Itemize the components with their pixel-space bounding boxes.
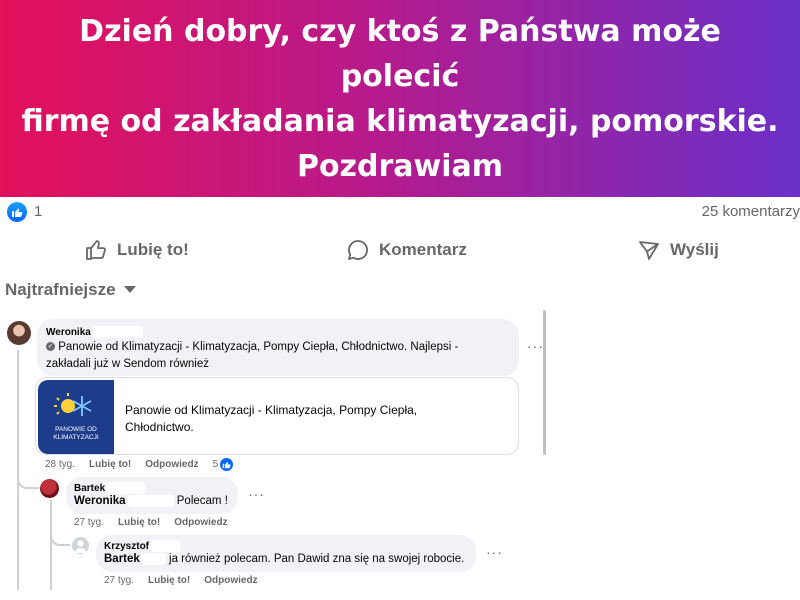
like-button[interactable]: Lubię to!	[84, 230, 189, 270]
share-button[interactable]: Wyślij	[637, 230, 719, 270]
sort-label: Najtrafniejsze	[5, 280, 116, 299]
comments-scrollbar[interactable]	[543, 310, 546, 455]
send-icon	[639, 241, 659, 260]
company-logo: PANOWIE OD KLIMATYZACJI	[38, 380, 114, 454]
more-options-icon[interactable]: ···	[486, 544, 503, 560]
thumbs-up-icon	[86, 240, 106, 260]
comment-button[interactable]: Komentarz	[346, 230, 467, 270]
reply-connector	[50, 520, 70, 546]
comment-author[interactable]: Weronika	[46, 327, 91, 338]
comment-text: Polecam !	[176, 495, 228, 507]
mention-link[interactable]: Weronika	[74, 495, 126, 507]
comment-reply-link[interactable]: Odpowiedz	[145, 459, 198, 470]
comment-sort-dropdown[interactable]: Najtrafniejsze	[5, 280, 136, 300]
avatar[interactable]	[40, 479, 59, 498]
comment-text: ja również polecam. Pan Dawid zna się na…	[169, 553, 465, 565]
comment-reply-link[interactable]: Odpowiedz	[174, 517, 227, 528]
avatar[interactable]	[72, 537, 89, 554]
reply-connector	[17, 455, 39, 489]
comment-bubble: Bartek Weronika Polecam !	[66, 477, 238, 514]
thread-line	[50, 500, 52, 590]
logo-text-line-2: KLIMATYZACJI	[53, 434, 99, 441]
default-user-icon	[74, 540, 87, 553]
link-preview-card[interactable]: PANOWIE OD KLIMATYZACJI Panowie od Klima…	[35, 377, 519, 455]
reaction-count[interactable]: 1	[34, 203, 42, 220]
comment-label: Komentarz	[379, 240, 467, 259]
redacted-surname	[141, 552, 166, 565]
comment-author[interactable]: Bartek	[74, 483, 105, 494]
comment-like-link[interactable]: Lubię to!	[118, 517, 160, 528]
comment-reply-link[interactable]: Odpowiedz	[204, 575, 257, 586]
comment-time[interactable]: 27 tyg.	[74, 517, 104, 528]
more-options-icon[interactable]: ···	[527, 338, 544, 354]
post-stats: 1 25 komentarzy	[0, 197, 800, 227]
caret-down-icon	[123, 286, 136, 293]
comment-like-link[interactable]: Lubię to!	[89, 459, 131, 470]
comment-count[interactable]: 25 komentarzy	[702, 203, 800, 220]
comment-bubble: Weronika ✓ Panowie od Klimatyzacji - Kli…	[37, 319, 519, 376]
post-actions: Lubię to! Komentarz Wyślij	[0, 230, 800, 270]
like-reaction-icon	[220, 458, 234, 471]
comment-meta: 27 tyg. Lubię to! Odpowiedz	[104, 575, 258, 586]
comment-time[interactable]: 27 tyg.	[104, 575, 134, 586]
page-mention[interactable]: Panowie od Klimatyzacji - Klimatyzacja, …	[58, 341, 407, 353]
comment-meta: 28 tyg. Lubię to! Odpowiedz 5	[45, 458, 234, 471]
comment-bubble: Krzysztof Bartek ja również polecam. Pan…	[96, 535, 476, 572]
like-reaction-icon[interactable]	[7, 202, 27, 222]
post-text: Dzień dobry, czy ktoś z Państwa może pol…	[21, 13, 779, 184]
speech-bubble-icon	[348, 240, 368, 260]
comment-meta: 27 tyg. Lubię to! Odpowiedz	[74, 517, 228, 528]
redacted-surname	[92, 326, 143, 338]
logo-text-line-1: PANOWIE OD	[55, 426, 97, 433]
mention-link[interactable]: Bartek	[104, 553, 140, 565]
comment-reaction-count[interactable]: 5	[213, 459, 219, 470]
comment-time[interactable]: 28 tyg.	[45, 459, 75, 470]
avatar[interactable]	[7, 321, 31, 345]
post-background: Dzień dobry, czy ktoś z Państwa może pol…	[0, 0, 800, 197]
share-label: Wyślij	[670, 240, 719, 259]
sun-snowflake-icon	[54, 393, 92, 416]
more-options-icon[interactable]: ···	[248, 486, 265, 502]
comment-like-link[interactable]: Lubię to!	[148, 575, 190, 586]
verified-page-icon: ✓	[46, 342, 55, 352]
like-label: Lubię to!	[117, 240, 189, 259]
redacted-surname	[127, 494, 174, 507]
comment-author[interactable]: Krzysztof	[104, 541, 149, 552]
link-preview-title: Panowie od Klimatyzacji - Klimatyzacja, …	[125, 403, 418, 434]
